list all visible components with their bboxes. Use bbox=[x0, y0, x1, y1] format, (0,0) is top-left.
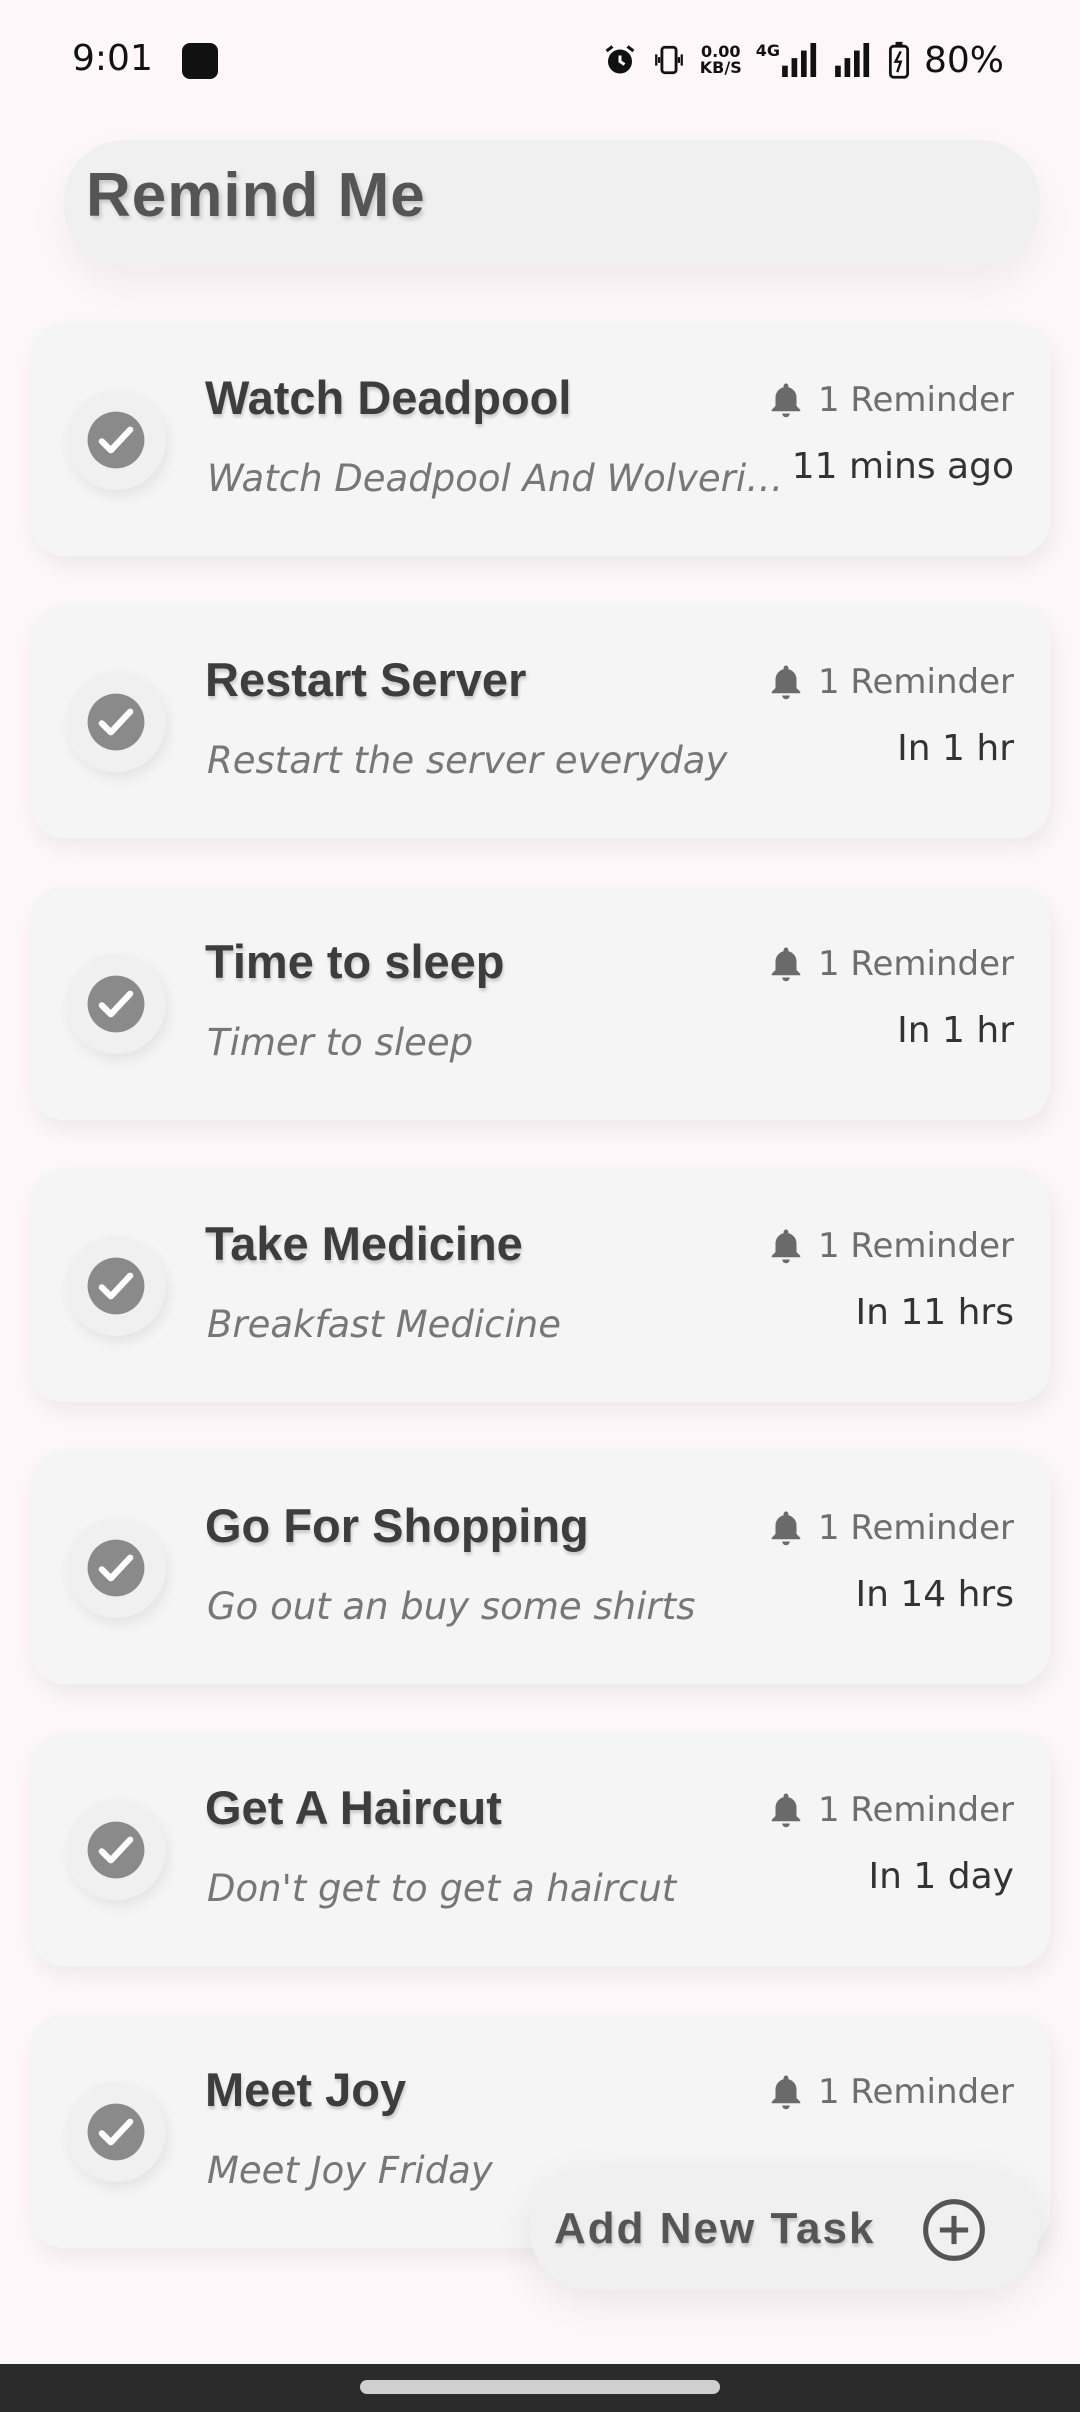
task-description: Restart the server everyday bbox=[207, 739, 728, 782]
task-title: Meet Joy bbox=[205, 2063, 407, 2116]
task-description: Breakfast Medicine bbox=[207, 1303, 561, 1346]
check-circle-icon bbox=[87, 2103, 145, 2161]
task-description: Don't get to get a haircut bbox=[207, 1867, 677, 1910]
task-due-time: In 14 hrs bbox=[855, 1574, 1014, 1615]
task-due-time: 11 mins ago bbox=[791, 446, 1014, 487]
network-type: 4G bbox=[755, 41, 780, 60]
task-description: Timer to sleep bbox=[207, 1021, 474, 1064]
task-card[interactable]: Take Medicine Breakfast Medicine 1 Remin… bbox=[30, 1168, 1050, 1402]
check-circle-icon bbox=[87, 411, 145, 469]
check-circle-icon bbox=[87, 1257, 145, 1315]
add-circle-icon bbox=[923, 2199, 985, 2261]
home-gesture-handle[interactable] bbox=[360, 2380, 720, 2394]
task-description: Watch Deadpool And Wolverine bbox=[207, 457, 787, 500]
reminder-count: 1 Reminder bbox=[768, 2072, 1014, 2112]
check-circle-icon bbox=[87, 693, 145, 751]
signal-4g: 4G bbox=[756, 43, 820, 77]
status-bar: 9:01 0.00 KB/S 4G 80% bbox=[0, 0, 1080, 120]
reminder-label: 1 Reminder bbox=[817, 1790, 1014, 1830]
net-speed-unit: KB/S bbox=[699, 58, 742, 77]
bell-icon bbox=[771, 1229, 801, 1264]
task-title: Watch Deadpool bbox=[205, 371, 572, 424]
signal-icon-2 bbox=[835, 43, 870, 77]
complete-check-button[interactable] bbox=[66, 2082, 166, 2182]
reminder-label: 1 Reminder bbox=[817, 1226, 1014, 1266]
status-time: 9:01 bbox=[72, 38, 153, 79]
task-title: Time to sleep bbox=[205, 935, 505, 988]
complete-check-button[interactable] bbox=[66, 390, 166, 490]
complete-check-button[interactable] bbox=[66, 954, 166, 1054]
reminder-label: 1 Reminder bbox=[817, 2072, 1014, 2112]
reminder-label: 1 Reminder bbox=[817, 1508, 1014, 1548]
net-speed: 0.00 KB/S bbox=[700, 44, 742, 76]
reminder-label: 1 Reminder bbox=[817, 662, 1014, 702]
task-card[interactable]: Get A Haircut Don't get to get a haircut… bbox=[30, 1732, 1050, 1966]
task-card[interactable]: Go For Shopping Go out an buy some shirt… bbox=[30, 1450, 1050, 1684]
task-card[interactable]: Time to sleep Timer to sleep 1 Reminder … bbox=[30, 886, 1050, 1120]
check-circle-icon bbox=[87, 1821, 145, 1879]
bell-icon bbox=[771, 1511, 801, 1546]
task-card[interactable]: Restart Server Restart the server everyd… bbox=[30, 604, 1050, 838]
task-title: Take Medicine bbox=[205, 1217, 523, 1270]
reminder-count: 1 Reminder bbox=[768, 662, 1014, 702]
task-title: Go For Shopping bbox=[205, 1499, 589, 1552]
task-due-time: In 1 hr bbox=[897, 728, 1014, 769]
complete-check-button[interactable] bbox=[66, 1236, 166, 1336]
complete-check-button[interactable] bbox=[66, 672, 166, 772]
task-card[interactable]: Watch Deadpool Watch Deadpool And Wolver… bbox=[30, 322, 1050, 556]
add-new-task-button[interactable]: Add New Task bbox=[530, 2170, 1040, 2290]
task-title: Get A Haircut bbox=[205, 1781, 502, 1834]
signal-icon bbox=[782, 43, 817, 77]
battery-icon bbox=[888, 41, 910, 79]
check-circle-icon bbox=[87, 1539, 145, 1597]
reminder-label: 1 Reminder bbox=[817, 380, 1014, 420]
reminder-count: 1 Reminder bbox=[768, 1226, 1014, 1266]
complete-check-button[interactable] bbox=[66, 1800, 166, 1900]
reminder-count: 1 Reminder bbox=[768, 944, 1014, 984]
task-due-time: In 1 hr bbox=[897, 1010, 1014, 1051]
task-due-time: In 1 day bbox=[868, 1856, 1014, 1897]
bell-icon bbox=[771, 1793, 801, 1828]
reminder-count: 1 Reminder bbox=[768, 380, 1014, 420]
task-due-time: In 11 hrs bbox=[855, 1292, 1014, 1333]
add-new-task-label: Add New Task bbox=[554, 2204, 876, 2253]
bell-icon bbox=[771, 947, 801, 982]
reminder-count: 1 Reminder bbox=[768, 1508, 1014, 1548]
system-nav-bar bbox=[0, 2364, 1080, 2412]
reminder-count: 1 Reminder bbox=[768, 1790, 1014, 1830]
bell-icon bbox=[771, 2075, 801, 2110]
reminder-label: 1 Reminder bbox=[817, 944, 1014, 984]
battery-percent: 80% bbox=[923, 39, 1004, 81]
app-header: Remind Me bbox=[64, 140, 1040, 266]
task-description: Go out an buy some shirts bbox=[207, 1585, 696, 1628]
complete-check-button[interactable] bbox=[66, 1518, 166, 1618]
page-title: Remind Me bbox=[86, 161, 426, 230]
alarm-icon bbox=[605, 45, 635, 74]
vibrate-icon bbox=[654, 45, 683, 75]
bell-icon bbox=[771, 665, 801, 700]
app-notification-icon bbox=[182, 43, 218, 79]
task-title: Restart Server bbox=[205, 653, 527, 706]
status-icons: 0.00 KB/S 4G 80% bbox=[602, 36, 1004, 84]
check-circle-icon bbox=[87, 975, 145, 1033]
bell-icon bbox=[771, 383, 801, 418]
